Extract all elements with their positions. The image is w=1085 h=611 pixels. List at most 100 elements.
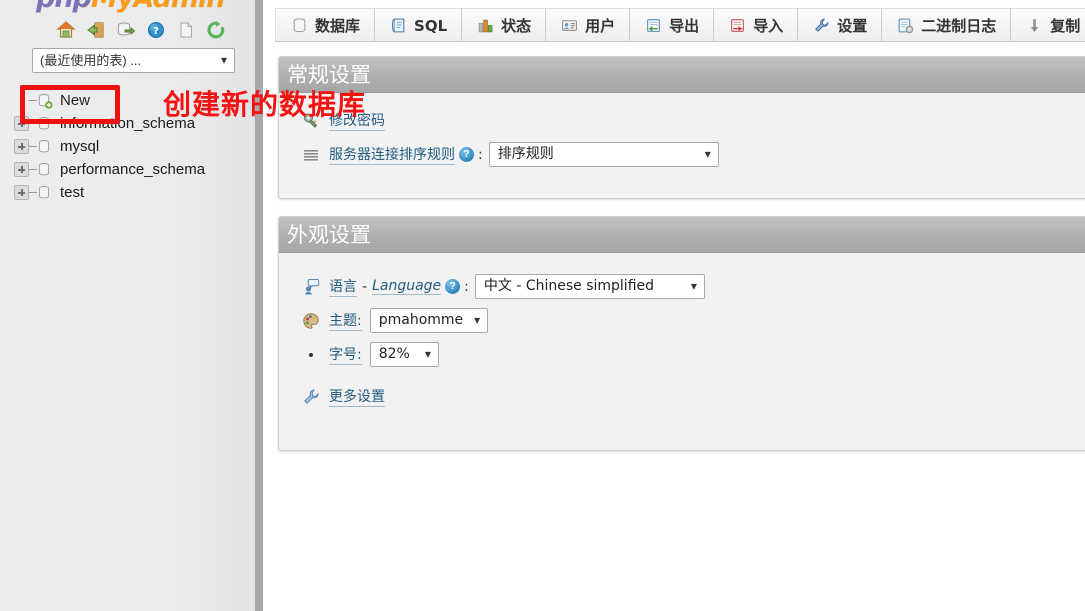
top-navigation: 数据库 SQL 状态 用户 导出 导入 设置 二进制日志 复制 — [275, 8, 1085, 42]
sql-export-icon[interactable] — [116, 20, 136, 40]
palette-icon — [301, 311, 321, 331]
expand-icon[interactable] — [14, 162, 29, 177]
collation-separator: : — [478, 146, 483, 163]
phpmyadmin-logo[interactable]: phpMyAdmin — [36, 0, 225, 14]
language-dash: - — [362, 278, 368, 295]
tree-item-test[interactable]: test — [14, 181, 249, 204]
font-size-row: 字号: 82% ▾ — [279, 336, 1085, 370]
font-size-select[interactable]: 82% ▾ — [369, 342, 439, 367]
change-password-row[interactable]: 修改密码 — [279, 107, 1085, 134]
chevron-down-icon: ▾ — [690, 279, 697, 293]
server-collation-value: 排序规则 — [497, 146, 554, 162]
recent-tables-select[interactable]: (最近使用的表) ... ▾ — [32, 48, 235, 73]
help-icon[interactable]: ? — [146, 20, 166, 40]
more-settings-link[interactable]: 更多设置 — [329, 386, 385, 407]
theme-row: 主题: pmahomme ▾ — [279, 302, 1085, 336]
chevron-down-icon: ▾ — [704, 147, 711, 161]
language-value: 中文 - Chinese simplified — [483, 278, 655, 294]
language-select[interactable]: 中文 - Chinese simplified ▾ — [474, 274, 705, 299]
font-size-label: 字号: — [329, 344, 362, 365]
tab-databases-label: 数据库 — [315, 17, 361, 35]
appearance-settings-body: 语言 - Language ? : 中文 - Chinese simplifie… — [279, 253, 1085, 450]
tree-item-mysql[interactable]: mysql — [14, 135, 249, 158]
tab-settings[interactable]: 设置 — [798, 8, 883, 42]
recent-tables-value: (最近使用的表) ... — [40, 53, 142, 68]
logo-myadmin-text: MyAdmin — [91, 0, 225, 14]
tree-item-performance-schema[interactable]: performance_schema — [14, 158, 249, 181]
appearance-settings-panel: 外观设置 语言 - Language ? : 中文 - Chinese simp… — [278, 216, 1085, 451]
database-new-icon — [37, 93, 53, 109]
chevron-down-icon: ▾ — [424, 347, 431, 361]
tree-connector — [29, 100, 37, 101]
tree-label-mysql[interactable]: mysql — [60, 138, 99, 155]
tree-label-test[interactable]: test — [60, 184, 84, 201]
more-settings-row[interactable]: 更多设置 — [279, 370, 1085, 410]
phpmyadmin-page: phpMyAdmin — [0, 0, 1085, 611]
users-card-icon — [560, 17, 578, 35]
font-size-value: 82% — [378, 346, 410, 362]
help-icon[interactable]: ? — [459, 147, 474, 162]
database-icon — [37, 139, 53, 155]
tree-connector — [29, 146, 37, 147]
expand-icon[interactable] — [14, 139, 29, 154]
import-icon — [728, 17, 746, 35]
tab-users[interactable]: 用户 — [546, 8, 631, 42]
tree-label-performance-schema[interactable]: performance_schema — [60, 161, 205, 178]
database-icon — [37, 185, 53, 201]
tab-binary-log[interactable]: 二进制日志 — [882, 8, 1012, 42]
tab-users-label: 用户 — [585, 17, 616, 35]
collation-lines-icon — [301, 145, 321, 165]
status-chart-icon — [476, 17, 494, 35]
language-row: 语言 - Language ? : 中文 - Chinese simplifie… — [279, 271, 1085, 302]
language-user-icon — [301, 277, 321, 297]
tab-import[interactable]: 导入 — [714, 8, 799, 42]
main-content: 数据库 SQL 状态 用户 导出 导入 设置 二进制日志 复制 常规设置 修改密… — [275, 0, 1085, 611]
tree-connector — [29, 169, 37, 170]
tab-import-label: 导入 — [753, 17, 784, 35]
sql-scroll-icon — [389, 17, 407, 35]
home-icon[interactable] — [56, 20, 76, 40]
replication-icon — [1025, 17, 1043, 35]
theme-label: 主题: — [329, 310, 362, 331]
tab-settings-label: 设置 — [837, 17, 868, 35]
tab-databases[interactable]: 数据库 — [275, 8, 376, 42]
language-label-cn: 语言 — [329, 276, 357, 297]
chevron-down-icon: ▾ — [220, 53, 227, 67]
tab-sql-label: SQL — [414, 16, 448, 35]
appearance-settings-title: 外观设置 — [279, 217, 1085, 253]
theme-value: pmahomme — [378, 312, 464, 328]
general-settings-body: 修改密码 服务器连接排序规则 ? : 排序规则 ▾ — [279, 93, 1085, 198]
tree-connector — [29, 192, 37, 193]
docs-icon[interactable] — [176, 20, 196, 40]
general-settings-title: 常规设置 — [279, 57, 1085, 93]
chevron-down-icon: ▾ — [474, 313, 481, 327]
wrench-icon — [812, 17, 830, 35]
database-icon — [37, 162, 53, 178]
theme-select[interactable]: pmahomme ▾ — [369, 308, 489, 333]
logout-icon[interactable] — [86, 20, 106, 40]
language-separator: : — [464, 278, 469, 295]
wrench-icon — [301, 387, 321, 407]
binlog-icon — [896, 17, 914, 35]
expand-icon[interactable] — [14, 116, 29, 131]
database-icon — [37, 116, 53, 132]
logo-php-text: php — [36, 0, 92, 14]
svg-text:?: ? — [153, 26, 159, 37]
tree-label-new[interactable]: New — [60, 92, 90, 109]
server-collation-row: 服务器连接排序规则 ? : 排序规则 ▾ — [279, 134, 1085, 170]
bullet-icon — [301, 352, 321, 357]
tab-status[interactable]: 状态 — [462, 8, 547, 42]
sidebar-icon-toolbar: ? — [56, 20, 226, 40]
tab-sql[interactable]: SQL — [375, 8, 463, 42]
tree-connector — [29, 123, 37, 124]
expand-icon[interactable] — [14, 185, 29, 200]
server-collation-select[interactable]: 排序规则 ▾ — [488, 142, 719, 167]
tab-export-label: 导出 — [669, 17, 700, 35]
tab-export[interactable]: 导出 — [630, 8, 715, 42]
tab-binary-log-label: 二进制日志 — [921, 17, 997, 35]
reload-icon[interactable] — [206, 20, 226, 40]
help-icon[interactable]: ? — [445, 279, 461, 294]
tab-replication[interactable]: 复制 — [1011, 8, 1085, 42]
tab-status-label: 状态 — [501, 17, 532, 35]
